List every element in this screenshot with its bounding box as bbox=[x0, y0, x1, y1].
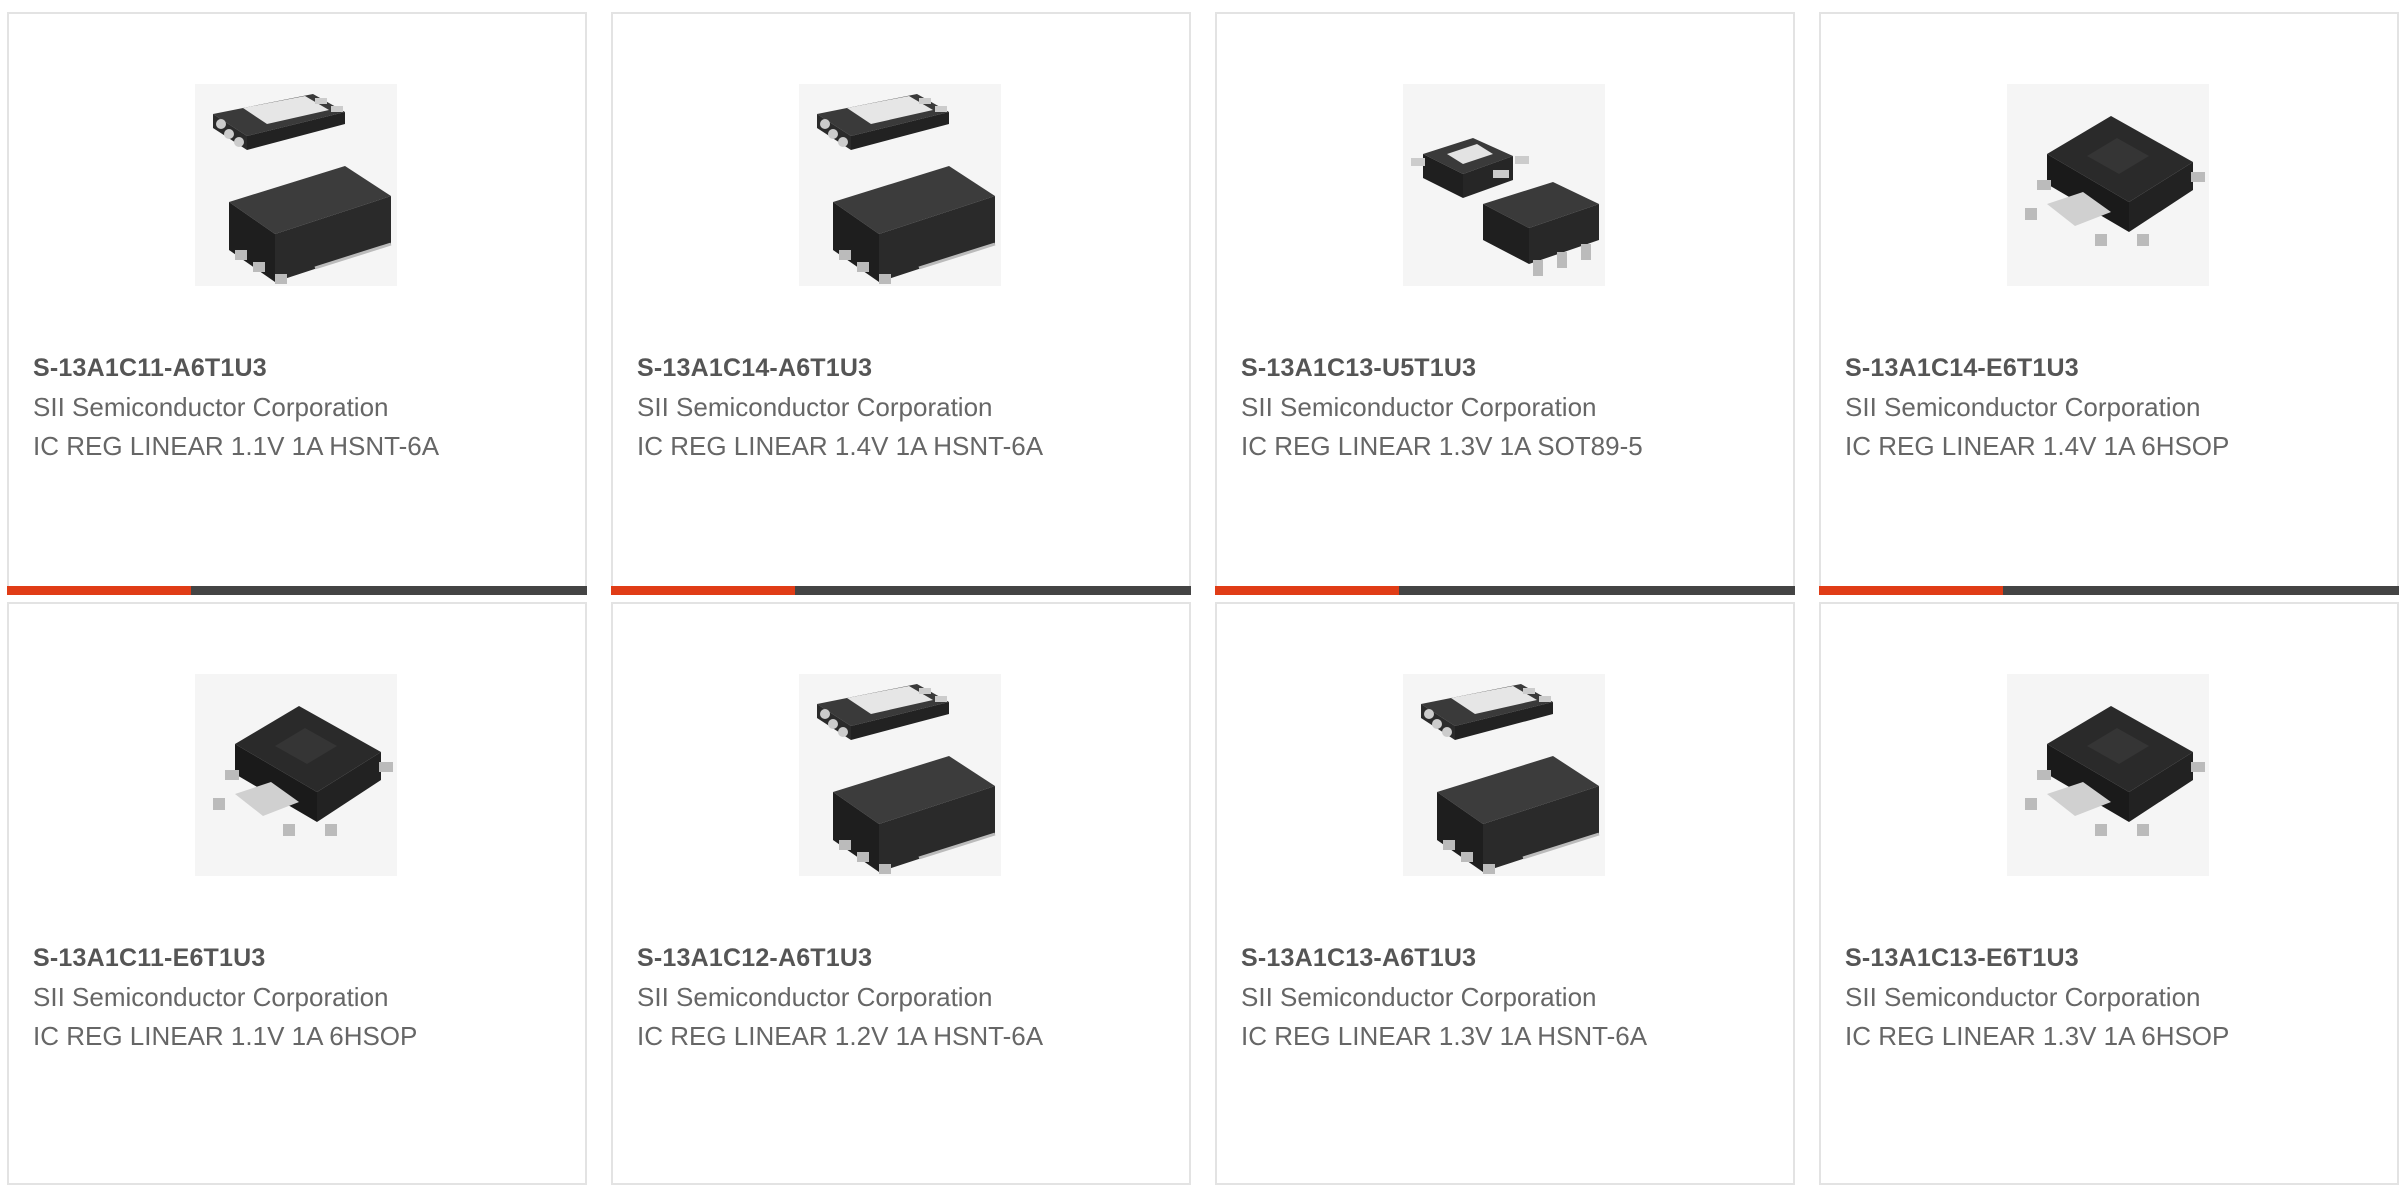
card-footer-bar bbox=[1819, 586, 2399, 595]
product-card[interactable]: S-13A1C11-A6T1U3 SII Semiconductor Corpo… bbox=[7, 12, 587, 595]
sot89-package-image[interactable] bbox=[1403, 84, 1605, 286]
product-manufacturer: SII Semiconductor Corporation bbox=[33, 392, 389, 422]
hsnt-package-image[interactable] bbox=[799, 84, 1001, 286]
product-part-number[interactable]: S-13A1C11-A6T1U3 bbox=[33, 354, 267, 383]
product-part-number[interactable]: S-13A1C12-A6T1U3 bbox=[637, 944, 872, 973]
product-card[interactable]: S-13A1C12-A6T1U3 SII Semiconductor Corpo… bbox=[611, 602, 1191, 1185]
product-manufacturer: SII Semiconductor Corporation bbox=[1845, 982, 2201, 1012]
product-part-number[interactable]: S-13A1C11-E6T1U3 bbox=[33, 944, 266, 973]
product-part-number[interactable]: S-13A1C14-A6T1U3 bbox=[637, 354, 872, 383]
product-part-number[interactable]: S-13A1C13-U5T1U3 bbox=[1241, 354, 1476, 383]
product-card[interactable]: S-13A1C13-U5T1U3 SII Semiconductor Corpo… bbox=[1215, 12, 1795, 595]
hsop-package-image[interactable] bbox=[195, 674, 397, 876]
product-part-number[interactable]: S-13A1C13-A6T1U3 bbox=[1241, 944, 1476, 973]
card-accent-bar bbox=[611, 586, 795, 595]
product-description: IC REG LINEAR 1.2V 1A HSNT-6A bbox=[637, 1021, 1044, 1051]
card-footer-bar bbox=[1215, 586, 1795, 595]
product-grid: S-13A1C11-A6T1U3 SII Semiconductor Corpo… bbox=[0, 0, 2400, 1185]
product-manufacturer: SII Semiconductor Corporation bbox=[1241, 392, 1597, 422]
product-part-number[interactable]: S-13A1C13-E6T1U3 bbox=[1845, 944, 2079, 973]
hsnt-package-image[interactable] bbox=[195, 84, 397, 286]
card-accent-bar bbox=[1819, 586, 2003, 595]
product-description: IC REG LINEAR 1.3V 1A SOT89-5 bbox=[1241, 431, 1643, 461]
product-manufacturer: SII Semiconductor Corporation bbox=[637, 392, 993, 422]
product-card[interactable]: S-13A1C13-A6T1U3 SII Semiconductor Corpo… bbox=[1215, 602, 1795, 1185]
product-description: IC REG LINEAR 1.4V 1A HSNT-6A bbox=[637, 431, 1044, 461]
hsnt-package-image[interactable] bbox=[1403, 674, 1605, 876]
product-manufacturer: SII Semiconductor Corporation bbox=[637, 982, 993, 1012]
product-description: IC REG LINEAR 1.3V 1A HSNT-6A bbox=[1241, 1021, 1648, 1051]
hsop-package-image[interactable] bbox=[2007, 84, 2209, 286]
product-description: IC REG LINEAR 1.4V 1A 6HSOP bbox=[1845, 431, 2230, 461]
product-description: IC REG LINEAR 1.1V 1A HSNT-6A bbox=[33, 431, 440, 461]
hsnt-package-image[interactable] bbox=[799, 674, 1001, 876]
product-card[interactable]: S-13A1C13-E6T1U3 SII Semiconductor Corpo… bbox=[1819, 602, 2399, 1185]
product-manufacturer: SII Semiconductor Corporation bbox=[1241, 982, 1597, 1012]
card-accent-bar bbox=[1215, 586, 1399, 595]
product-card[interactable]: S-13A1C14-E6T1U3 SII Semiconductor Corpo… bbox=[1819, 12, 2399, 595]
product-description: IC REG LINEAR 1.1V 1A 6HSOP bbox=[33, 1021, 418, 1051]
product-manufacturer: SII Semiconductor Corporation bbox=[33, 982, 389, 1012]
product-part-number[interactable]: S-13A1C14-E6T1U3 bbox=[1845, 354, 2079, 383]
hsop-package-image[interactable] bbox=[2007, 674, 2209, 876]
card-footer-bar bbox=[7, 586, 587, 595]
product-description: IC REG LINEAR 1.3V 1A 6HSOP bbox=[1845, 1021, 2230, 1051]
product-card[interactable]: S-13A1C11-E6T1U3 SII Semiconductor Corpo… bbox=[7, 602, 587, 1185]
product-card[interactable]: S-13A1C14-A6T1U3 SII Semiconductor Corpo… bbox=[611, 12, 1191, 595]
card-footer-bar bbox=[611, 586, 1191, 595]
product-manufacturer: SII Semiconductor Corporation bbox=[1845, 392, 2201, 422]
card-accent-bar bbox=[7, 586, 191, 595]
